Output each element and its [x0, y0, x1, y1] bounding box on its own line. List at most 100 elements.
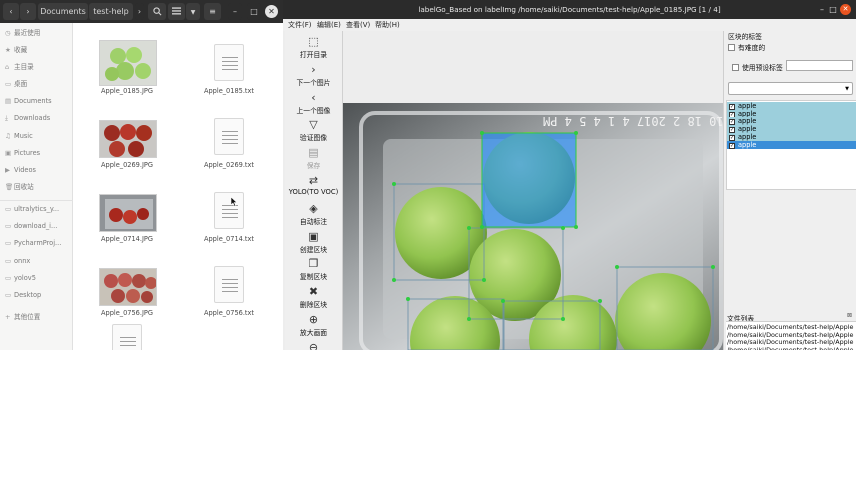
tool-verify-button[interactable]: ▽ 验证图像	[285, 118, 342, 142]
tool-auto-label-button[interactable]: ◈ 自动标注	[285, 202, 342, 226]
tool-zoom-out-button[interactable]: ⊖	[285, 341, 342, 350]
file-grid: Apple_0185.JPG Apple_0185.txt Apple_0269…	[73, 23, 283, 350]
file-item-apple-0269-jpg[interactable]: Apple_0269.JPG	[79, 112, 175, 187]
photo-timestamp: 5 10 18 2 2017 4 1 4 5 4 PM	[543, 114, 723, 128]
star-icon: ★	[5, 46, 11, 54]
image-canvas[interactable]: 5 10 18 2 2017 4 1 4 5 4 PM	[342, 31, 723, 350]
sidebar-item-15[interactable]: ▭ Desktop	[0, 287, 73, 303]
folder-icon: ▭	[5, 257, 12, 265]
sidebar-item-1[interactable]: ★ 收藏	[0, 42, 73, 58]
sidebar-item-0[interactable]: ◷ 最近使用	[0, 25, 73, 41]
minimize-button[interactable]: –	[228, 3, 242, 20]
selected-bounding-box[interactable]	[481, 132, 577, 228]
desktop-screen: ‹ › Documents test-help › ▼ ≡ – □ ✕ ◷ 最近使…	[0, 0, 856, 480]
maximize-button[interactable]: □	[826, 0, 840, 19]
video-icon: ▶	[5, 166, 10, 174]
file-item-apple-0185-jpg[interactable]: Apple_0185.JPG	[79, 38, 175, 113]
tool-next-button[interactable]: › 下一个图片	[285, 63, 342, 87]
search-icon	[152, 7, 161, 16]
file-item-apple-0269-txt[interactable]: Apple_0269.txt	[181, 112, 277, 187]
file-name: Apple_0269.JPG	[101, 161, 153, 169]
download-icon: ⤓	[5, 114, 8, 122]
search-button[interactable]	[148, 3, 166, 20]
path-segment-test-help[interactable]: test-help	[89, 3, 133, 20]
sidebar-item-6[interactable]: ♫ Music	[0, 128, 73, 144]
home-icon: ⌂	[5, 63, 10, 71]
chevron-down-icon: ▼	[190, 9, 196, 16]
annotated-photo[interactable]: 5 10 18 2 2017 4 1 4 5 4 PM	[343, 103, 723, 350]
tool-label: 复制区块	[299, 273, 328, 282]
file-manager-header: ‹ › Documents test-help › ▼ ≡ – □ ✕	[0, 0, 283, 23]
view-toggle-button[interactable]	[168, 3, 185, 20]
close-button[interactable]: ✕	[840, 4, 851, 15]
sidebar-item-4[interactable]: ▤ Documents	[0, 93, 73, 109]
sidebar-item-9[interactable]: 🗑回收站	[0, 179, 73, 195]
sidebar-item-13[interactable]: ▭ onnx	[0, 253, 73, 269]
back-button[interactable]: ‹	[3, 3, 19, 20]
tool-previous-button[interactable]: ‹ 上一个图像	[285, 91, 342, 115]
sidebar-item-7[interactable]: ▣ Pictures	[0, 145, 73, 161]
chevron-right-icon: ›	[26, 7, 30, 16]
menu-edit[interactable]: 编辑(E)	[317, 19, 341, 31]
file-name: Apple_0185.JPG	[101, 87, 153, 95]
dock-float-icon[interactable]: ⊠	[847, 312, 852, 319]
image-thumbnail	[99, 40, 157, 86]
close-button[interactable]: ✕	[265, 5, 278, 18]
path-more-button[interactable]: ›	[135, 3, 144, 20]
tool-label: 自动标注	[299, 217, 328, 226]
menu-help[interactable]: 帮助(H)	[375, 19, 400, 31]
tool-folder-open-button[interactable]: ⬚ 打开目录	[285, 35, 342, 59]
menu-file[interactable]: 文件(F)	[288, 19, 312, 31]
maximize-button[interactable]: □	[247, 3, 261, 20]
file-name: Apple_0269.txt	[203, 161, 255, 169]
pictures-icon: ▣	[5, 149, 12, 157]
file-item-apple-0714-jpg[interactable]: Apple_0714.JPG	[79, 186, 175, 261]
sidebar-item-16[interactable]: + 其他位置	[0, 309, 73, 325]
tool-zoom-in-button[interactable]: ⊕ 放大画面	[285, 313, 342, 337]
label-combo-box[interactable]: ▼	[728, 82, 853, 95]
file-item-apple-0756-txt[interactable]: Apple_0756.txt	[181, 260, 277, 335]
forward-button[interactable]: ›	[20, 3, 36, 20]
hamburger-menu-icon: ≡	[209, 7, 216, 16]
file-item-apple-0185-txt[interactable]: Apple_0185.txt	[181, 38, 277, 113]
auto-label-icon: ◈	[309, 201, 318, 215]
close-icon: ✕	[268, 7, 275, 16]
sidebar-item-label: ultralytics_y...	[14, 205, 60, 213]
file-list-item[interactable]: /home/saiki/Documents/test-help/Apple	[727, 346, 853, 351]
use-default-label-checkbox[interactable]: 使用预设标签	[732, 62, 783, 72]
sidebar-item-8[interactable]: ▶ Videos	[0, 162, 73, 178]
label-list-item[interactable]: ✓ apple	[727, 140, 856, 149]
view-options-button[interactable]: ▼	[186, 3, 200, 20]
path-segment-documents[interactable]: Documents	[38, 3, 88, 20]
sidebar-item-2[interactable]: ⌂ 主目录	[0, 59, 73, 75]
sidebar-item-11[interactable]: ▭ download_i...	[0, 218, 73, 234]
difficult-checkbox[interactable]: 有难度的	[728, 42, 765, 52]
tool-label: 放大画面	[299, 329, 328, 337]
sidebar-item-5[interactable]: ⤓ Downloads	[0, 110, 73, 126]
sidebar-item-label: 桌面	[14, 80, 28, 88]
sidebar-item-label: yolov5	[14, 274, 36, 282]
list-view-icon	[172, 7, 181, 15]
file-item-apple-0714-txt[interactable]: Apple_0714.txt	[181, 186, 277, 261]
file-manager-window: ‹ › Documents test-help › ▼ ≡ – □ ✕ ◷ 最近使…	[0, 0, 283, 350]
menu-button[interactable]: ≡	[204, 3, 221, 20]
tool-delete-button[interactable]: ✖ 删除区块	[285, 285, 342, 309]
default-label-input[interactable]	[786, 60, 853, 71]
tool-create-box-button[interactable]: ▣ 创建区块	[285, 230, 342, 254]
sidebar-item-label: 主目录	[14, 63, 34, 71]
text-file-icon	[214, 192, 244, 229]
menu-view[interactable]: 查看(V)	[346, 19, 370, 31]
tool-copy-box-button[interactable]: ❐ 复制区块	[285, 257, 342, 281]
tool-label: 验证图像	[299, 134, 328, 143]
tool-label: YOLO(TO VOC)	[288, 188, 339, 196]
tool-save-button[interactable]: ▤ 保存	[285, 146, 342, 170]
checkbox-icon[interactable]: ✓	[729, 142, 735, 149]
sidebar-item-12[interactable]: ▭ PycharmProj...	[0, 235, 73, 251]
clock-icon: ◷	[5, 29, 11, 37]
zoom-out-icon: ⊖	[308, 340, 319, 350]
sidebar-item-10[interactable]: ▭ ultralytics_y...	[0, 201, 73, 217]
checkbox-icon	[728, 44, 735, 51]
tool-format-button[interactable]: ⇄ YOLO(TO VOC)	[285, 174, 342, 196]
sidebar-item-3[interactable]: ▭ 桌面	[0, 76, 73, 92]
sidebar-item-14[interactable]: ▭ yolov5	[0, 270, 73, 286]
